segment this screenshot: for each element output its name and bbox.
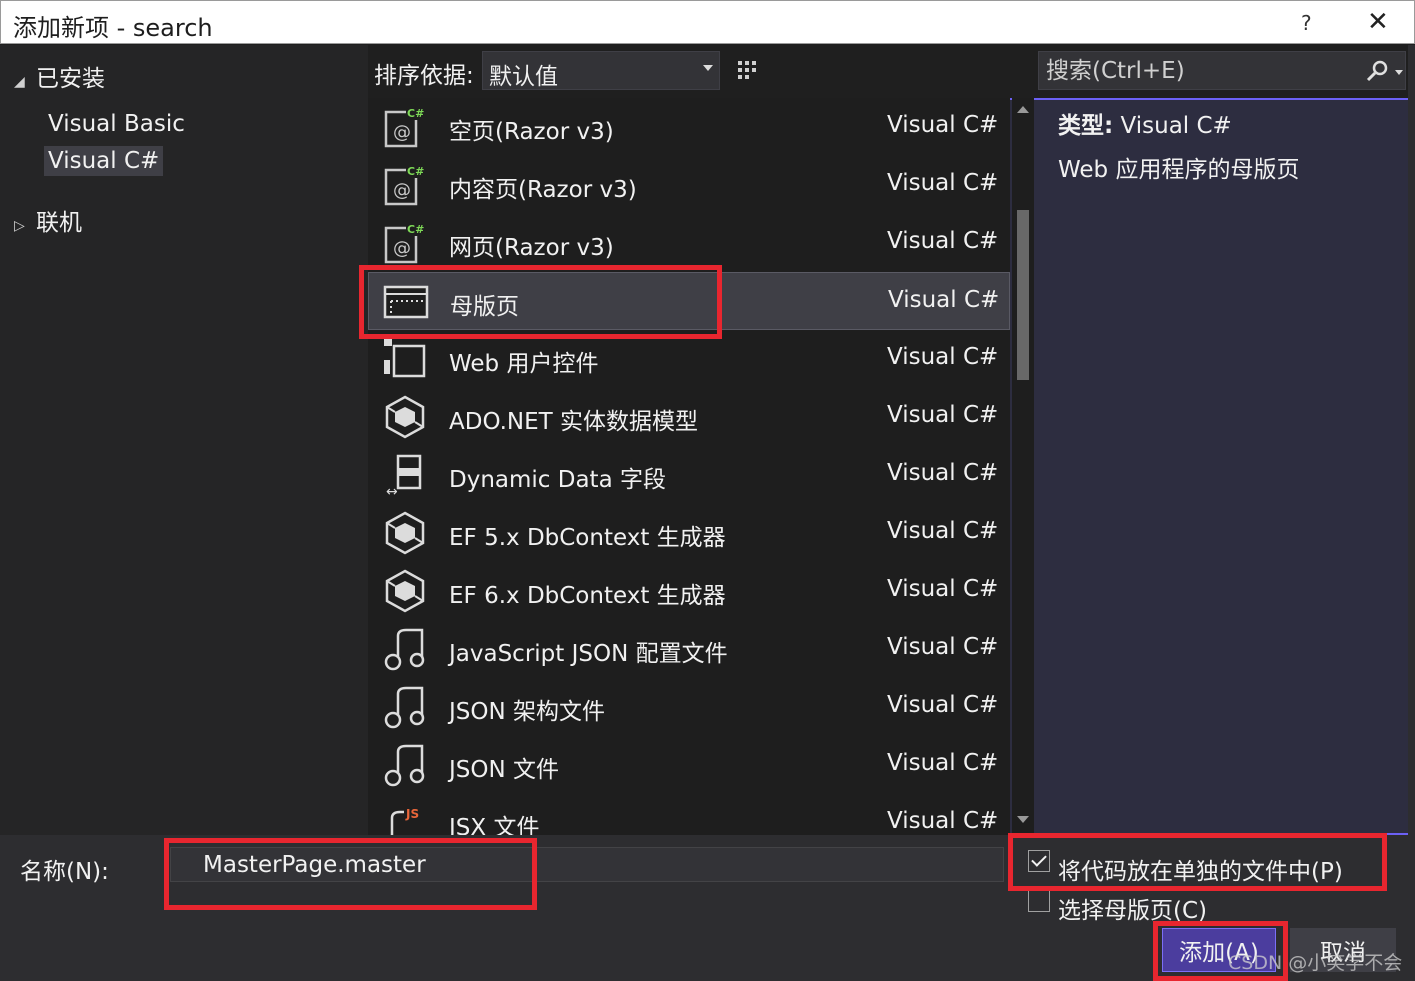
user-control-icon <box>382 336 428 382</box>
template-row[interactable]: JSON 架构文件 Visual C# <box>368 678 1010 736</box>
list-scrollbar[interactable] <box>1012 98 1034 835</box>
template-row[interactable]: 母版页 Visual C# <box>368 272 1010 330</box>
window-title: 添加新项 - search <box>13 14 213 42</box>
template-language: Visual C# <box>887 750 999 776</box>
template-row[interactable]: JavaScript JSON 配置文件 Visual C# <box>368 620 1010 678</box>
name-label: 名称(N): <box>20 859 109 885</box>
template-row[interactable]: EF 5.x DbContext 生成器 Visual C# <box>368 504 1010 562</box>
expanded-arrow-icon: ◢ <box>14 74 25 90</box>
grid-view-button[interactable] <box>730 53 764 87</box>
template-row[interactable]: @ C# 内容页(Razor v3) Visual C# <box>368 156 1010 214</box>
svg-text:@: @ <box>393 238 411 259</box>
template-row[interactable]: JSON 文件 Visual C# <box>368 736 1010 794</box>
template-language: Visual C# <box>887 170 999 196</box>
sort-value: 默认值 <box>489 64 558 90</box>
chevron-down-icon <box>703 65 713 71</box>
template-name: JavaScript JSON 配置文件 <box>449 641 728 667</box>
jsx-file-icon: JS <box>382 800 428 835</box>
template-row[interactable]: ADO.NET 实体数据模型 Visual C# <box>368 388 1010 446</box>
template-language: Visual C# <box>888 287 1000 313</box>
right-edge-strip <box>1408 45 1415 835</box>
search-box[interactable] <box>1038 51 1406 90</box>
search-icon[interactable] <box>1365 58 1391 84</box>
svg-text:↔: ↔ <box>386 484 398 498</box>
template-row[interactable]: @ C# 网页(Razor v3) Visual C# <box>368 214 1010 272</box>
template-row[interactable]: JS JSX 文件 Visual C# <box>368 794 1010 835</box>
template-name: Web 用户控件 <box>449 351 599 377</box>
template-row[interactable]: EF 6.x DbContext 生成器 Visual C# <box>368 562 1010 620</box>
dynamic-data-icon: ↔ <box>382 452 428 500</box>
title-bar: 添加新项 - search ? ✕ <box>0 0 1415 44</box>
sort-dropdown[interactable]: 默认值 <box>482 51 720 90</box>
tree-item-visual-basic[interactable]: Visual Basic <box>44 109 189 139</box>
details-pane: 类型: Visual C# Web 应用程序的母版页 <box>1038 98 1408 835</box>
razor-page-icon: @ C# <box>382 220 428 266</box>
template-name: Dynamic Data 字段 <box>449 467 666 493</box>
search-input[interactable] <box>1039 52 1349 89</box>
tree-item-online[interactable]: ▷ 联机 <box>14 203 82 237</box>
template-row[interactable]: @ C# 空页(Razor v3) Visual C# <box>368 98 1010 156</box>
template-name: 母版页 <box>450 294 519 320</box>
grid-view-icon <box>738 61 756 79</box>
template-language: Visual C# <box>887 634 999 660</box>
template-list: @ C# 空页(Razor v3) Visual C# @ C# 内容页(Razor v3)… <box>368 98 1010 835</box>
search-options-chevron-icon[interactable] <box>1395 70 1403 75</box>
separate-code-checkbox[interactable] <box>1028 850 1050 872</box>
tree-item-visual-csharp[interactable]: Visual C# <box>44 146 164 176</box>
scroll-down-icon[interactable] <box>1017 816 1029 823</box>
template-language: Visual C# <box>887 460 999 486</box>
type-value: Visual C# <box>1120 113 1232 139</box>
template-language: Visual C# <box>887 808 999 834</box>
tree-item-installed[interactable]: ◢ 已安装 <box>14 59 105 93</box>
template-name: 空页(Razor v3) <box>449 119 614 145</box>
select-master-label[interactable]: 选择母版页(C) <box>1058 891 1207 925</box>
template-row[interactable]: Web 用户控件 Visual C# <box>368 330 1010 388</box>
template-name: ADO.NET 实体数据模型 <box>449 409 699 435</box>
template-name: JSX 文件 <box>449 815 540 835</box>
template-name: EF 5.x DbContext 生成器 <box>449 525 726 551</box>
json-file-icon <box>382 684 428 730</box>
svg-text:C#: C# <box>407 107 424 120</box>
type-label: 类型: <box>1058 113 1114 139</box>
type-row: 类型: Visual C# <box>1058 106 1232 140</box>
template-language: Visual C# <box>887 228 999 254</box>
name-input[interactable] <box>170 847 1004 882</box>
help-button[interactable]: ? <box>1301 11 1312 35</box>
entity-model-icon <box>382 510 428 556</box>
template-name: 内容页(Razor v3) <box>449 177 637 203</box>
watermark-text: CSDN @小笑学不会 <box>1228 952 1403 974</box>
entity-model-icon <box>382 394 428 440</box>
razor-page-icon: @ C# <box>382 162 428 208</box>
svg-text:C#: C# <box>407 165 424 178</box>
template-language: Visual C# <box>887 576 999 602</box>
svg-text:@: @ <box>393 180 411 201</box>
master-page-icon <box>383 279 429 325</box>
collapsed-arrow-icon: ▷ <box>14 218 25 234</box>
select-master-checkbox[interactable] <box>1028 890 1050 912</box>
entity-model-icon <box>382 568 428 614</box>
svg-text:C#: C# <box>407 223 424 236</box>
separate-code-label[interactable]: 将代码放在单独的文件中(P) <box>1058 852 1343 886</box>
template-language: Visual C# <box>887 112 999 138</box>
template-language: Visual C# <box>887 692 999 718</box>
category-tree: ◢ 已安装 Visual Basic Visual C# ▷ 联机 <box>0 45 368 835</box>
template-language: Visual C# <box>887 344 999 370</box>
template-name: JSON 文件 <box>449 757 560 783</box>
scroll-up-icon[interactable] <box>1017 106 1029 113</box>
template-name: JSON 架构文件 <box>449 699 606 725</box>
item-description: Web 应用程序的母版页 <box>1058 157 1300 183</box>
template-name: EF 6.x DbContext 生成器 <box>449 583 726 609</box>
json-file-icon <box>382 742 428 788</box>
template-language: Visual C# <box>887 402 999 428</box>
close-button[interactable]: ✕ <box>1367 7 1389 37</box>
sort-label: 排序依据: <box>374 63 474 89</box>
template-language: Visual C# <box>887 518 999 544</box>
razor-page-icon: @ C# <box>382 104 428 150</box>
template-name: 网页(Razor v3) <box>449 235 614 261</box>
svg-text:JS: JS <box>405 807 419 821</box>
scrollbar-thumb[interactable] <box>1017 210 1029 380</box>
template-row[interactable]: ↔ Dynamic Data 字段 Visual C# <box>368 446 1010 504</box>
svg-text:@: @ <box>393 122 411 143</box>
json-file-icon <box>382 626 428 672</box>
